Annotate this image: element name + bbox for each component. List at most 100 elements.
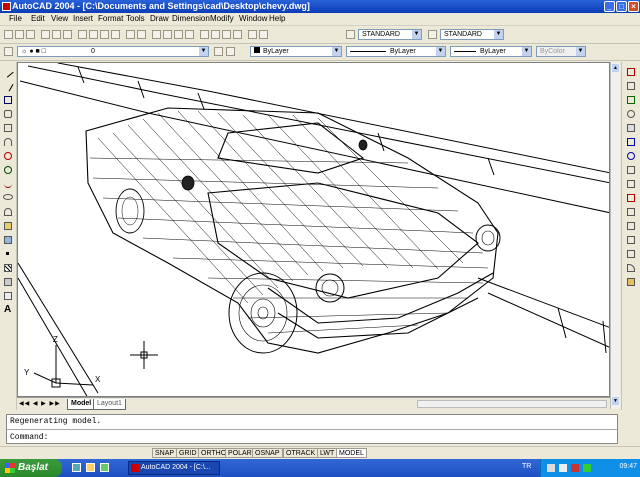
menu-dimension[interactable]: Dimension	[172, 14, 210, 24]
tray-volume-icon[interactable]	[559, 464, 567, 472]
fillet-icon[interactable]	[627, 264, 635, 272]
print-preview-icon[interactable]	[52, 30, 61, 39]
mirror-icon[interactable]	[627, 96, 635, 104]
zoom-realtime-icon[interactable]	[163, 30, 172, 39]
plot-style-select[interactable]: ByColor ▼	[536, 46, 586, 57]
menu-file[interactable]: File	[9, 14, 22, 24]
status-grid[interactable]: GRID	[176, 448, 200, 458]
status-model[interactable]: MODEL	[336, 448, 367, 458]
erase-icon[interactable]	[627, 68, 635, 76]
undo-icon[interactable]	[126, 30, 135, 39]
menu-insert[interactable]: Insert	[73, 14, 93, 24]
horizontal-scrollbar[interactable]	[417, 400, 607, 408]
maximize-button[interactable]: □	[616, 1, 627, 12]
layer-select[interactable]: ☼ ● ■ □ 0 ▼	[17, 46, 209, 57]
tool-palettes-icon[interactable]	[222, 30, 231, 39]
zoom-previous-icon[interactable]	[185, 30, 194, 39]
ellipse-icon[interactable]	[3, 194, 13, 200]
copy-icon[interactable]	[89, 30, 98, 39]
dim-style-select[interactable]: STANDARD ▼	[440, 29, 504, 40]
chevron-down-icon[interactable]: ▼	[522, 47, 531, 56]
text-style-icon[interactable]	[346, 30, 355, 39]
make-block-icon[interactable]	[4, 236, 12, 244]
publish-icon[interactable]	[63, 30, 72, 39]
status-polar[interactable]: POLAR	[225, 448, 255, 458]
hatch-icon[interactable]	[4, 264, 12, 272]
status-osnap[interactable]: OSNAP	[252, 448, 283, 458]
match-properties-icon[interactable]	[111, 30, 120, 39]
region-icon[interactable]	[4, 278, 12, 286]
status-lwt[interactable]: LWT	[317, 448, 338, 458]
copy-object-icon[interactable]	[627, 82, 635, 90]
layer-manager-icon[interactable]	[4, 47, 13, 56]
taskbar-item-autocad[interactable]: AutoCAD 2004 - [C:\...	[128, 461, 220, 475]
construction-line-icon[interactable]	[2, 80, 14, 92]
properties-icon[interactable]	[200, 30, 209, 39]
arc-icon[interactable]	[4, 138, 12, 146]
design-center-icon[interactable]	[211, 30, 220, 39]
command-prompt[interactable]: Command:	[10, 433, 48, 442]
explode-icon[interactable]	[627, 278, 635, 286]
chamfer-icon[interactable]	[627, 250, 635, 258]
color-select[interactable]: ByLayer ▼	[250, 46, 342, 57]
menu-modify[interactable]: Modify	[210, 14, 234, 24]
chevron-down-icon[interactable]: ▼	[332, 47, 341, 56]
tray-network-icon[interactable]	[547, 464, 555, 472]
menu-window[interactable]: Window	[239, 14, 267, 24]
ellipse-arc-icon[interactable]	[4, 208, 12, 216]
menu-view[interactable]: View	[51, 14, 68, 24]
chevron-down-icon[interactable]: ▼	[576, 47, 585, 56]
make-current-layer-icon[interactable]	[214, 47, 223, 56]
scroll-up-icon[interactable]: ▲	[612, 64, 619, 72]
dbconnect-icon[interactable]	[233, 30, 242, 39]
scale-icon[interactable]	[627, 166, 635, 174]
insert-block-icon[interactable]	[4, 222, 12, 230]
zoom-window-icon[interactable]	[174, 30, 183, 39]
circle-icon[interactable]	[4, 152, 12, 160]
tab-layout1[interactable]: Layout1	[93, 399, 126, 410]
chevron-down-icon[interactable]: ▼	[494, 30, 503, 39]
tray-security-icon[interactable]	[571, 464, 579, 472]
language-indicator[interactable]: TR	[522, 463, 531, 470]
lineweight-select[interactable]: ByLayer ▼	[450, 46, 532, 57]
autocad-app-icon[interactable]	[2, 2, 11, 11]
chevron-down-icon[interactable]: ▼	[199, 47, 208, 56]
pan-icon[interactable]	[152, 30, 161, 39]
vertical-scrollbar[interactable]: ▲ ▼	[610, 62, 620, 409]
tab-model[interactable]: Model	[67, 399, 96, 410]
rotate-icon[interactable]	[627, 152, 635, 160]
text-style-select[interactable]: STANDARD ▼	[358, 29, 422, 40]
new-icon[interactable]	[4, 30, 13, 39]
break-at-point-icon[interactable]	[627, 222, 635, 230]
status-otrack[interactable]: OTRACK	[283, 448, 319, 458]
menu-help[interactable]: Help	[269, 14, 285, 24]
print-icon[interactable]	[41, 30, 50, 39]
menu-format[interactable]: Format	[98, 14, 123, 24]
polyline-icon[interactable]	[4, 96, 12, 104]
menu-draw[interactable]: Draw	[150, 14, 169, 24]
quicklaunch-ie-icon[interactable]	[72, 463, 81, 472]
point-icon[interactable]	[6, 252, 9, 255]
stretch-icon[interactable]	[627, 180, 635, 188]
cut-icon[interactable]	[78, 30, 87, 39]
paste-icon[interactable]	[100, 30, 109, 39]
spline-icon[interactable]	[4, 180, 12, 188]
start-button[interactable]: Başlat	[0, 459, 62, 477]
extend-icon[interactable]	[627, 208, 635, 216]
table-icon[interactable]	[4, 292, 12, 300]
drawing-canvas[interactable]: Z Y X	[17, 62, 610, 397]
minimize-button[interactable]: _	[604, 1, 615, 12]
scroll-down-icon[interactable]: ▼	[612, 397, 619, 405]
chevron-down-icon[interactable]: ▼	[436, 47, 445, 56]
menu-edit[interactable]: Edit	[31, 14, 45, 24]
revision-cloud-icon[interactable]	[4, 166, 12, 174]
tray-app-icon[interactable]	[583, 464, 591, 472]
dim-style-icon[interactable]	[428, 30, 437, 39]
save-icon[interactable]	[26, 30, 35, 39]
line-icon[interactable]	[2, 66, 14, 78]
layer-previous-icon[interactable]	[226, 47, 235, 56]
help-icon[interactable]	[259, 30, 268, 39]
array-icon[interactable]	[627, 124, 635, 132]
redo-icon[interactable]	[137, 30, 146, 39]
open-icon[interactable]	[15, 30, 24, 39]
